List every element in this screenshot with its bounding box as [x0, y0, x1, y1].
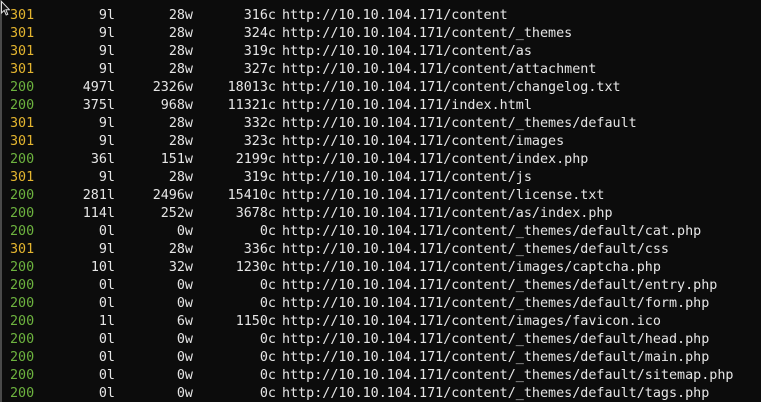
result-row: 301 9l 28w 316c http://10.10.104.171/con… [0, 7, 508, 25]
char-count: 323c [243, 134, 276, 149]
char-count: 3678c [235, 206, 276, 221]
char-count: 0c [259, 386, 276, 401]
result-row: 301 9l 28w 327c http://10.10.104.171/con… [0, 61, 596, 79]
result-url: http://10.10.104.171/content/_themes [282, 26, 573, 41]
result-row: 200 0l 0w 0c http://10.10.104.171/conten… [0, 295, 709, 313]
result-url: http://10.10.104.171/content/_themes/def… [282, 116, 637, 131]
char-count: 11321c [227, 98, 276, 113]
result-url: http://10.10.104.171/content/_themes/def… [282, 350, 710, 365]
char-count: 2199c [235, 152, 276, 167]
result-row: 200 0l 0w 0c http://10.10.104.171/conten… [0, 385, 709, 402]
result-row: 200 10l 32w 1230c http://10.10.104.171/c… [0, 259, 661, 277]
result-row: 200 281l 2496w 15410c http://10.10.104.1… [0, 187, 604, 205]
char-count: 319c [243, 44, 276, 59]
result-url: http://10.10.104.171/content/images/favi… [282, 314, 661, 329]
char-count: 1150c [235, 314, 276, 329]
char-count: 327c [243, 62, 276, 77]
result-url: http://10.10.104.171/content/attachment [282, 62, 597, 77]
result-row: 200 0l 0w 0c http://10.10.104.171/conten… [0, 331, 709, 349]
scan-results: 301 9l 28w 316c http://10.10.104.171/con… [0, 7, 733, 402]
result-url: http://10.10.104.171/content/_themes/def… [282, 278, 718, 293]
char-count: 316c [243, 8, 276, 23]
result-url: http://10.10.104.171/content/_themes/def… [282, 386, 710, 401]
result-url: http://10.10.104.171/content/as [282, 44, 532, 59]
result-url: http://10.10.104.171/content/as/index.ph… [282, 206, 613, 221]
char-count: 336c [243, 242, 276, 257]
char-count: 15410c [227, 188, 276, 203]
result-row: 301 9l 28w 332c http://10.10.104.171/con… [0, 115, 637, 133]
result-row: 301 9l 28w 324c http://10.10.104.171/con… [0, 25, 572, 43]
char-count: 0c [259, 224, 276, 239]
char-count: 0c [259, 368, 276, 383]
char-count: 18013c [227, 80, 276, 95]
result-url: http://10.10.104.171/content/images/capt… [282, 260, 661, 275]
char-count: 0c [259, 332, 276, 347]
result-url: http://10.10.104.171/content/_themes/def… [282, 242, 669, 257]
result-url: http://10.10.104.171/content/index.php [282, 152, 589, 167]
result-url: http://10.10.104.171/content/_themes/def… [282, 368, 734, 383]
result-row: 200 497l 2326w 18013c http://10.10.104.1… [0, 79, 621, 97]
result-url: http://10.10.104.171/index.html [282, 98, 532, 113]
char-count: 0c [259, 296, 276, 311]
result-row: 301 9l 28w 323c http://10.10.104.171/con… [0, 133, 564, 151]
result-url: http://10.10.104.171/content/images [282, 134, 565, 149]
char-count: 1230c [235, 260, 276, 275]
result-url: http://10.10.104.171/content [282, 8, 508, 23]
result-row: 200 114l 252w 3678c http://10.10.104.171… [0, 205, 613, 223]
char-count: 324c [243, 26, 276, 41]
result-row: 200 0l 0w 0c http://10.10.104.171/conten… [0, 223, 701, 241]
char-count: 0c [259, 350, 276, 365]
result-url: http://10.10.104.171/content/changelog.t… [282, 80, 621, 95]
result-row: 200 0l 0w 0c http://10.10.104.171/conten… [0, 349, 709, 367]
result-row: 200 1l 6w 1150c http://10.10.104.171/con… [0, 313, 661, 331]
result-row: 200 0l 0w 0c http://10.10.104.171/conten… [0, 277, 717, 295]
char-count: 332c [243, 116, 276, 131]
char-count: 319c [243, 170, 276, 185]
result-url: http://10.10.104.171/content/_themes/def… [282, 332, 710, 347]
result-row: 200 36l 151w 2199c http://10.10.104.171/… [0, 151, 588, 169]
result-url: http://10.10.104.171/content/license.txt [282, 188, 605, 203]
result-row: 200 0l 0w 0c http://10.10.104.171/conten… [0, 367, 733, 385]
result-row: 301 9l 28w 336c http://10.10.104.171/con… [0, 241, 669, 259]
terminal-window[interactable]: 301 9l 28w 316c http://10.10.104.171/con… [0, 0, 761, 402]
result-url: http://10.10.104.171/content/js [282, 170, 532, 185]
result-row: 301 9l 28w 319c http://10.10.104.171/con… [0, 169, 532, 187]
result-url: http://10.10.104.171/content/_themes/def… [282, 224, 702, 239]
result-row: 301 9l 28w 319c http://10.10.104.171/con… [0, 43, 532, 61]
result-row: 200 375l 968w 11321c http://10.10.104.17… [0, 97, 532, 115]
result-url: http://10.10.104.171/content/_themes/def… [282, 296, 710, 311]
char-count: 0c [259, 278, 276, 293]
